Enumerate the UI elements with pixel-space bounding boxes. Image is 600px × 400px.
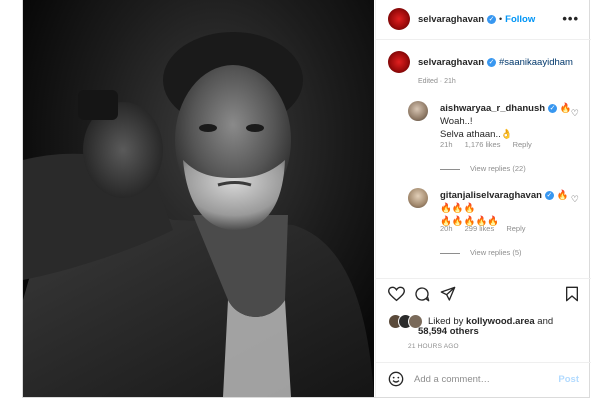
caption-hashtag[interactable]: #saanikaayidham (499, 57, 573, 68)
comment-1: aishwaryaa_r_dhanush ✓ 🔥Woah..! Selva ath… (440, 102, 580, 141)
caption-avatar[interactable] (388, 51, 410, 73)
comment-time: 21h (440, 140, 453, 149)
comment-1-meta: 21h 1,176 likes Reply (440, 140, 542, 149)
comment-box-divider (376, 362, 591, 363)
comment-time: 20h (440, 224, 453, 233)
comment-2: gitanjaliselvaraghavan ✓ 🔥🔥🔥🔥 🔥🔥🔥🔥🔥 (440, 189, 580, 228)
comment-reply-button[interactable]: Reply (513, 140, 532, 149)
commenter-avatar[interactable] (408, 101, 428, 121)
separator-dot: • (499, 14, 503, 24)
view-replies-label: View replies (22) (470, 164, 526, 173)
comment-likes[interactable]: 299 likes (465, 224, 495, 233)
liked-by-user[interactable]: kollywood.area (466, 316, 535, 327)
comment-username[interactable]: gitanjaliselvaraghavan (440, 190, 542, 201)
post-side-panel: selvaraghavan ✓ • Follow ••• selvaraghav… (375, 0, 591, 397)
post-photo[interactable] (23, 0, 374, 397)
reply-line (440, 252, 460, 254)
author-username[interactable]: selvaraghavan (418, 14, 484, 25)
comment-likes[interactable]: 1,176 likes (465, 140, 501, 149)
follow-button[interactable]: Follow (505, 14, 535, 25)
post-timestamp[interactable]: 21 HOURS AGO (408, 343, 459, 350)
actions-divider (376, 278, 591, 279)
comment-bubble-icon[interactable] (414, 286, 430, 302)
comment-text-2: Selva athaan..👌 (440, 129, 513, 140)
header-divider (376, 39, 591, 40)
share-paper-plane-icon[interactable] (440, 286, 456, 302)
liked-by-count: 58,594 others (418, 326, 479, 337)
caption: selvaraghavan ✓ #saanikaayidham (388, 51, 573, 73)
verified-icon: ✓ (548, 103, 558, 113)
comment-reply-button[interactable]: Reply (506, 224, 525, 233)
view-replies-button[interactable]: View replies (22) (440, 164, 536, 173)
like-comment-heart-icon[interactable]: ♡ (571, 108, 579, 119)
verified-icon: ✓ (487, 57, 497, 67)
like-heart-icon[interactable] (388, 286, 405, 302)
commenter-avatar[interactable] (408, 188, 428, 208)
caption-username[interactable]: selvaraghavan (418, 57, 484, 68)
man-with-gun-photo (23, 32, 374, 397)
comment-2-meta: 20h 299 likes Reply (440, 224, 536, 233)
more-options-icon[interactable]: ••• (562, 11, 579, 26)
caption-meta: Edited · 21h (418, 78, 456, 85)
like-comment-heart-icon[interactable]: ♡ (571, 194, 579, 205)
view-replies-label: View replies (5) (470, 248, 522, 257)
post-dialog: selvaraghavan ✓ • Follow ••• selvaraghav… (22, 0, 591, 398)
verified-icon: ✓ (544, 190, 554, 200)
verified-icon: ✓ (487, 14, 497, 24)
liked-by-others[interactable]: 58,594 others (418, 326, 479, 338)
save-bookmark-icon[interactable] (565, 286, 579, 302)
liked-by-prefix: Liked by (428, 315, 467, 327)
author-avatar[interactable] (388, 8, 410, 30)
post-comment-button[interactable]: Post (558, 374, 579, 385)
comment-username[interactable]: aishwaryaa_r_dhanush (440, 103, 545, 114)
liked-by-and: and (534, 315, 554, 327)
add-comment-input[interactable]: Add a comment… (414, 374, 490, 385)
reply-line (440, 168, 460, 170)
comment-box: Add a comment… (388, 371, 490, 387)
emoji-icon[interactable] (388, 371, 404, 387)
liker-avatars[interactable] (388, 314, 423, 329)
view-replies-button[interactable]: View replies (5) (440, 248, 532, 257)
post-header: selvaraghavan ✓ • Follow (388, 8, 535, 30)
